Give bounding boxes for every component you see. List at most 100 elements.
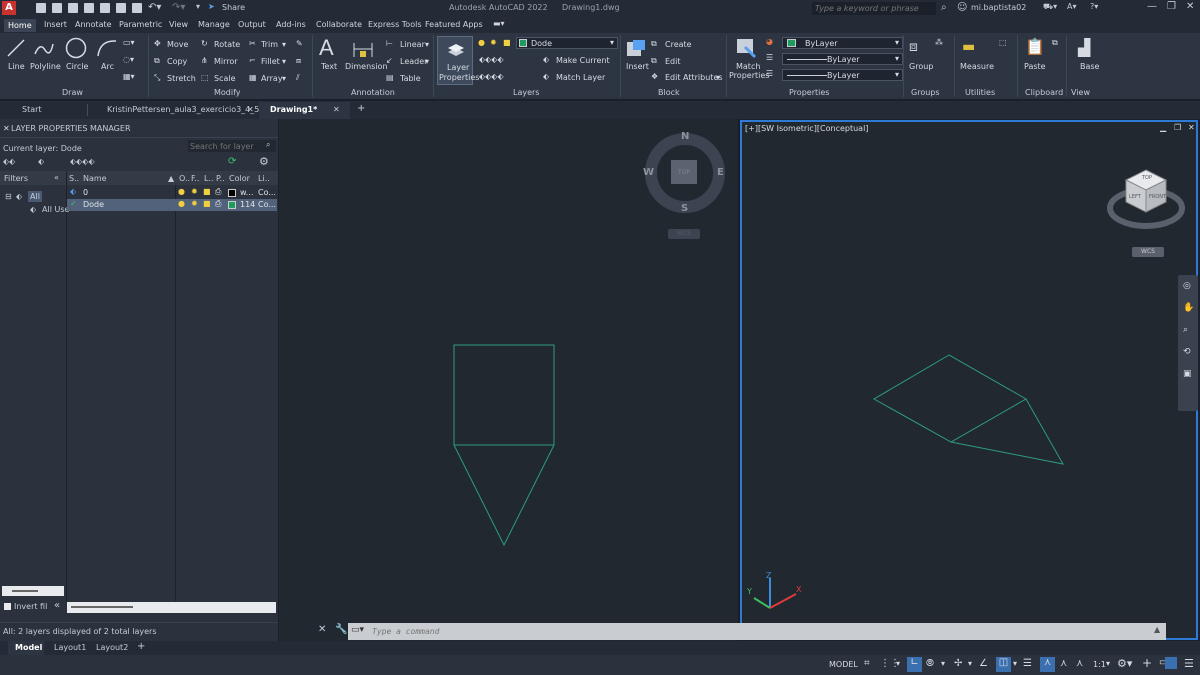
nav-pan-icon[interactable]: ✋ [1183, 303, 1194, 313]
create-button[interactable]: Create [665, 40, 692, 49]
line-icon[interactable] [6, 38, 26, 58]
rectangle-icon[interactable]: ▭▾ [123, 38, 135, 47]
filter-scrollbar[interactable] [2, 586, 64, 596]
layer-dode-color-swatch[interactable] [228, 201, 236, 209]
col-on[interactable]: O.. [179, 174, 190, 183]
tab-express-tools[interactable]: Express Tools [368, 20, 422, 29]
move-icon[interactable]: ✥ [154, 39, 161, 48]
polar-icon[interactable]: ⦾ [926, 658, 934, 669]
table-icon[interactable]: ▤ [386, 73, 394, 82]
polar-dropdown-icon[interactable]: ▾ [941, 659, 945, 668]
copy-clip-icon[interactable]: ⧉ [1052, 38, 1058, 48]
match-layer-button[interactable]: Match Layer [556, 73, 605, 82]
paste-icon[interactable]: 📋 [1025, 37, 1045, 56]
minimize-icon[interactable]: — [1147, 1, 1157, 12]
make-current-icon[interactable]: ⬖ [543, 55, 549, 64]
gradient-icon[interactable]: ▦▾ [123, 72, 135, 81]
add-layout-icon[interactable]: + [137, 641, 145, 652]
tab-home[interactable]: Home [4, 19, 36, 32]
compass-east[interactable]: E [717, 167, 724, 178]
right-wcs-menu[interactable]: WCS [1132, 247, 1164, 257]
cube-front-face[interactable]: FRONT [1149, 194, 1166, 200]
compass-north[interactable]: N [681, 131, 689, 142]
plot-icon[interactable] [100, 3, 110, 13]
trim-icon[interactable]: ✂ [249, 39, 256, 48]
col-lock[interactable]: L.. [204, 174, 214, 183]
dimension-icon[interactable] [352, 39, 374, 59]
tab-add-ins[interactable]: Add-ins [276, 20, 306, 29]
text-button[interactable]: Text [321, 62, 337, 71]
app-logo[interactable]: A [2, 1, 16, 15]
command-close-icon[interactable]: ✕ [318, 624, 326, 635]
isodraft-icon[interactable]: ✢ [954, 658, 962, 669]
doc-tab-start[interactable]: Start [22, 105, 42, 114]
tab-annotate[interactable]: Annotate [75, 20, 112, 29]
clean-screen-icon[interactable] [1165, 657, 1177, 669]
annotation-visibility-icon[interactable]: ⋏ [1076, 658, 1083, 669]
layer-dode-on-icon[interactable]: ● [178, 199, 185, 208]
layer-search-input[interactable] [188, 140, 276, 152]
viewport-top[interactable]: N S E W TOP WCS [279, 119, 738, 641]
layer-dropdown[interactable]: Dode ▾ [516, 37, 618, 49]
scale-icon[interactable]: ⬚ [201, 73, 209, 82]
erase-icon[interactable]: ✎ [296, 39, 303, 48]
undo-icon[interactable]: ↶▾ [148, 2, 161, 13]
cube-left-face[interactable]: LEFT [1129, 194, 1141, 200]
layer-0-color-swatch[interactable] [228, 189, 236, 197]
command-history-icon[interactable]: ▭▾ [351, 625, 364, 635]
properties-panel-label[interactable]: Properties [789, 88, 829, 97]
compass-west[interactable]: W [643, 167, 654, 178]
tab-manage[interactable]: Manage [198, 20, 230, 29]
workspace-icon[interactable]: ⚙▾ [1117, 657, 1132, 670]
layer-properties-button[interactable]: Layer Properties [437, 36, 479, 85]
leader-button[interactable]: Leader [400, 57, 427, 66]
circle-icon[interactable] [65, 37, 87, 59]
nav-zoom-icon[interactable]: ⌕ [1183, 325, 1188, 335]
layer-0-lock-icon[interactable]: ■ [203, 187, 211, 196]
layer-dode-plot-icon[interactable]: ⎙ [215, 199, 221, 209]
command-input[interactable] [372, 625, 1152, 637]
group-icon[interactable]: ⧈ [909, 39, 918, 55]
col-color[interactable]: Color [229, 174, 250, 183]
compass-south[interactable]: S [681, 203, 688, 214]
layer-row-0[interactable]: ⬖ 0 ● ✹ ■ ⎙ w... Co... [67, 187, 277, 199]
new-tab-icon[interactable]: + [357, 103, 365, 114]
layer-dode-linetype[interactable]: Co... [258, 200, 276, 209]
text-icon[interactable]: A [319, 35, 334, 61]
color-wheel-icon[interactable]: ◕ [766, 37, 773, 46]
nav-showmotion-icon[interactable]: ▣ [1183, 369, 1192, 379]
new-layer-icon[interactable]: ⬖⬖⬖⬖ [70, 157, 95, 166]
osnap-tracking-icon[interactable]: ∠ [979, 658, 988, 669]
annotation-scale[interactable]: 1:1 [1093, 660, 1106, 669]
command-customize-icon[interactable]: 🔧 [335, 624, 347, 635]
layer-0-color[interactable]: w... [240, 188, 253, 197]
clipboard-panel-label[interactable]: Clipboard [1025, 88, 1063, 97]
groups-panel-label[interactable]: Groups [911, 88, 940, 97]
col-name[interactable]: Name [83, 174, 107, 183]
base-button[interactable]: Base [1080, 62, 1099, 71]
grid-icon[interactable]: ⌗ [864, 658, 870, 669]
group-button[interactable]: Group [909, 62, 933, 71]
leader-icon[interactable]: ↙ [386, 56, 393, 65]
paste-button[interactable]: Paste [1024, 62, 1046, 71]
tab-featured-apps[interactable]: Featured Apps [425, 20, 483, 29]
share-icon[interactable]: ➤ [208, 2, 215, 11]
arc-button[interactable]: Arc [101, 62, 114, 71]
col-linetype[interactable]: Li.. [258, 174, 270, 183]
modify-panel-label[interactable]: Modify [214, 88, 241, 97]
edit-attributes-button[interactable]: Edit Attributes [665, 73, 723, 82]
nav-wheel-icon[interactable]: ◎ [1183, 281, 1191, 291]
layer-0-freeze-icon[interactable]: ✹ [191, 187, 198, 196]
rotate-button[interactable]: Rotate [214, 40, 240, 49]
layout-tab-layout1[interactable]: Layout1 [54, 643, 86, 652]
create-icon[interactable]: ⧉ [651, 39, 657, 49]
print-icon[interactable] [116, 3, 126, 13]
restore-icon[interactable]: ❐ [1167, 1, 1176, 12]
lineweight-icon[interactable]: ☰ [766, 69, 773, 78]
command-scroll-icon[interactable]: ▲ [1154, 625, 1160, 634]
scale-button[interactable]: Scale [214, 74, 236, 83]
lpm-close-icon[interactable]: ✕ [3, 124, 10, 133]
layer-tools-icon-2[interactable]: ⬖⬖⬖⬖ [479, 72, 504, 81]
trim-button[interactable]: Trim [261, 40, 278, 49]
osnap-icon[interactable]: ◫ [996, 657, 1011, 672]
